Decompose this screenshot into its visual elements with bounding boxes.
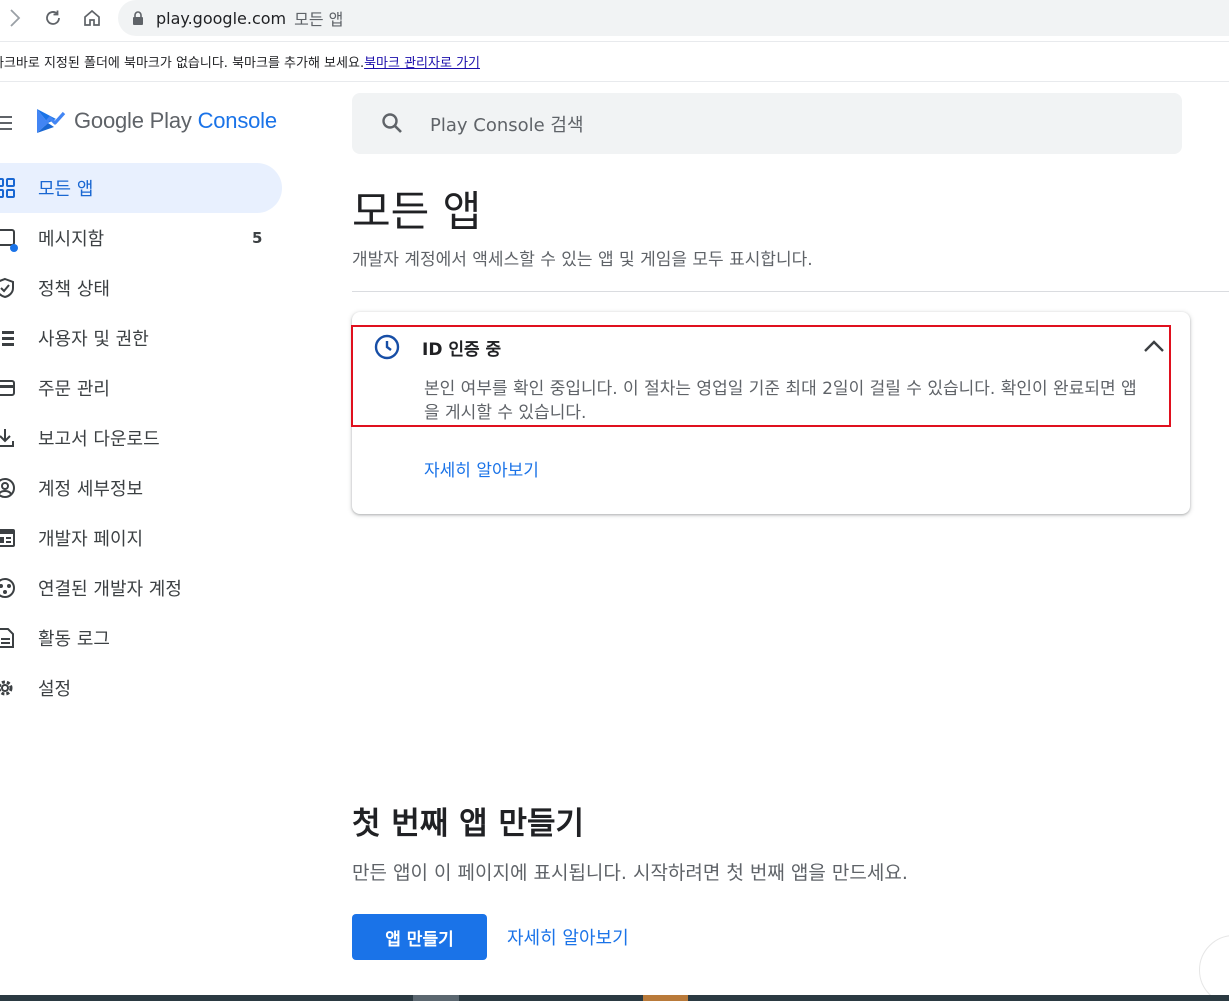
learn-more-link[interactable]: 자세히 알아보기 [424,456,539,481]
page-title: 모든 앱 [352,187,482,236]
divider [352,291,1229,292]
sidebar-item-account-details[interactable]: 계정 세부정보 [0,463,282,513]
sidebar-item-label: 정책 상태 [38,279,110,300]
home-icon [84,9,100,26]
sidebar-item-order-management[interactable]: 주문 관리 [0,363,282,413]
sidebar-item-label: 활동 로그 [38,629,110,650]
sidebar-item-activity-log[interactable]: 활동 로그 [0,613,282,663]
decorative-arc [1199,935,1229,1001]
sidebar-item-label: 주문 관리 [38,379,110,400]
document-icon [0,627,16,649]
sidebar-item-developer-page[interactable]: 개발자 페이지 [0,513,282,563]
os-taskbar [0,995,1229,1001]
inbox-count-badge: 5 [252,229,263,247]
sidebar-item-label: 모든 앱 [38,179,94,200]
reload-button[interactable] [40,6,66,30]
sidebar-item-linked-accounts[interactable]: 연결된 개발자 계정 [0,563,282,613]
sidebar-item-policy-status[interactable]: 정책 상태 [0,263,282,313]
sidebar-item-label: 사용자 및 권한 [38,329,149,350]
web-page-icon [0,527,16,549]
url-host: play.google.com [156,8,287,28]
taskbar-item[interactable] [413,995,459,1001]
bookmark-manager-link[interactable]: 북마크 관리자로 가기 [364,52,480,71]
highlight-box [351,325,1171,427]
play-console-logo[interactable]: Google Play Console [34,105,277,137]
search-bar[interactable]: Play Console 검색 [352,93,1182,154]
sidebar-item-label: 메시지함 [38,229,105,250]
browser-toolbar: play.google.com 모든 앱 [0,0,1229,40]
sidebar-item-users-permissions[interactable]: 사용자 및 권한 [0,313,282,363]
sidebar-item-settings[interactable]: 설정 [0,663,282,713]
unread-dot [10,244,18,252]
bookmarks-empty-message: 라크바로 지정된 폴더에 북마크가 없습니다. 북마크를 추가해 보세요. [0,56,365,71]
brand-google-play: Google Play [74,108,192,133]
sidebar-item-label: 계정 세부정보 [38,479,144,500]
sidebar: Google Play Console 모든 앱 메시지함 5 정책 상태 사용… [0,83,300,1001]
apps-grid-icon [0,177,16,199]
brand-console: Console [197,108,278,133]
search-input[interactable]: Play Console 검색 [430,111,584,137]
sidebar-item-download-reports[interactable]: 보고서 다운로드 [0,413,282,463]
reload-icon [46,10,60,25]
sidebar-item-label: 개발자 페이지 [38,529,144,550]
download-icon [0,427,16,449]
account-circle-icon [0,477,16,499]
linked-accounts-icon [0,577,16,599]
sidebar-item-label: 보고서 다운로드 [38,429,160,450]
create-app-button[interactable]: 앱 만들기 [352,914,487,960]
credit-card-icon [0,377,16,399]
sidebar-item-inbox[interactable]: 메시지함 5 [0,213,282,263]
users-list-icon [0,327,16,349]
play-console-logo-icon [37,109,66,133]
search-icon [380,111,404,135]
page-subtitle: 개발자 계정에서 액세스할 수 있는 앱 및 게임을 모두 표시합니다. [352,250,813,270]
lock-icon [132,11,146,25]
sidebar-item-label: 연결된 개발자 계정 [38,579,182,600]
brand-name: Google Play Console [74,108,277,134]
sidebar-item-label: 설정 [38,679,72,700]
shield-icon [0,277,16,299]
bookmarks-bar: 라크바로 지정된 폴더에 북마크가 없습니다. 북마크를 추가해 보세요. 북마… [0,41,1229,82]
first-app-learn-more-link[interactable]: 자세히 알아보기 [507,924,629,950]
first-app-title: 첫 번째 앱 만들기 [352,806,585,842]
taskbar-item[interactable] [643,995,688,1001]
hamburger-menu-icon[interactable] [0,113,14,133]
forward-button[interactable] [2,6,28,30]
chevron-right-icon [10,9,21,27]
url-path: 모든 앱 [294,10,344,29]
home-button[interactable] [79,6,105,30]
first-app-subtitle: 만든 앱이 이 페이지에 표시됩니다. 시작하려면 첫 번째 앱을 만드세요. [352,862,908,884]
sidebar-item-all-apps[interactable]: 모든 앱 [0,163,282,213]
address-bar[interactable]: play.google.com 모든 앱 [118,0,1229,36]
gear-icon [0,677,16,699]
